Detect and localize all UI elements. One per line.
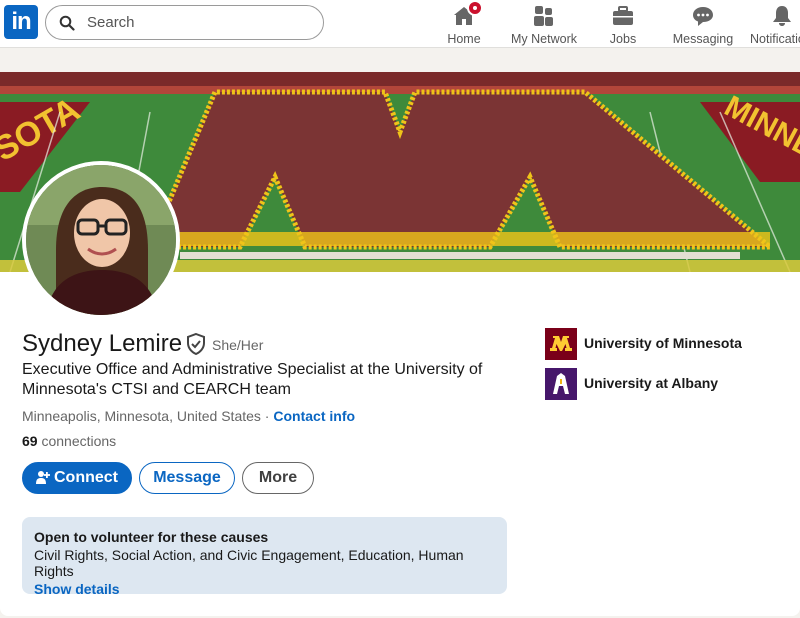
message-button[interactable]: Message [139, 462, 235, 494]
school-name: University of Minnesota [584, 335, 742, 351]
university-of-minnesota-logo-icon [545, 328, 577, 360]
profile-pronouns: She/Her [212, 337, 264, 353]
nav-jobs[interactable]: Jobs [603, 4, 643, 46]
nav-home[interactable]: Home [444, 0, 484, 46]
notification-badge [467, 0, 483, 16]
more-button[interactable]: More [242, 462, 314, 494]
top-navigation-bar: in Search Home My Network Jobs Messaging… [0, 0, 800, 48]
nav-home-label: Home [447, 32, 481, 46]
messaging-icon [691, 4, 715, 28]
contact-info-link[interactable]: Contact info [273, 408, 355, 424]
home-icon [452, 0, 483, 28]
volunteer-title: Open to volunteer for these causes [34, 529, 269, 545]
nav-messaging[interactable]: Messaging [672, 4, 734, 46]
search-bar[interactable]: Search [45, 5, 324, 40]
profile-location: Minneapolis, Minnesota, United States [22, 408, 261, 424]
show-details-link[interactable]: Show details [34, 581, 495, 597]
add-person-icon [36, 471, 50, 484]
profile-location-line: Minneapolis, Minnesota, United States · … [22, 408, 355, 424]
connections-count: 69 [22, 433, 38, 449]
connect-label: Connect [54, 469, 118, 486]
nav-my-network-label: My Network [511, 32, 577, 46]
connections-count-line[interactable]: 69 connections [22, 433, 116, 449]
linkedin-logo-icon[interactable]: in [4, 5, 38, 39]
volunteer-causes: Civil Rights, Social Action, and Civic E… [34, 547, 464, 579]
nav-notifications-label: Notifications [750, 32, 800, 46]
nav-my-network[interactable]: My Network [506, 4, 582, 46]
profile-photo-avatar[interactable] [22, 161, 180, 319]
notifications-icon [770, 4, 794, 28]
university-at-albany-logo-icon [545, 368, 577, 400]
jobs-icon [611, 4, 635, 28]
location-separator: · [260, 408, 274, 424]
search-placeholder[interactable]: Search [87, 14, 135, 31]
verified-shield-icon[interactable] [186, 333, 206, 355]
school-name: University at Albany [584, 375, 719, 391]
connections-label: connections [41, 433, 117, 449]
open-to-volunteer-box: Open to volunteer for these causes Civil… [22, 517, 507, 597]
profile-name: Sydney Lemire [22, 330, 183, 357]
nav-notifications[interactable]: Notifications [748, 4, 800, 46]
nav-messaging-label: Messaging [672, 32, 734, 46]
connect-button[interactable]: Connect [22, 462, 132, 494]
my-network-icon [532, 4, 556, 28]
profile-headline: Executive Office and Administrative Spec… [22, 361, 483, 398]
search-icon [59, 15, 75, 31]
nav-jobs-label: Jobs [609, 32, 637, 46]
